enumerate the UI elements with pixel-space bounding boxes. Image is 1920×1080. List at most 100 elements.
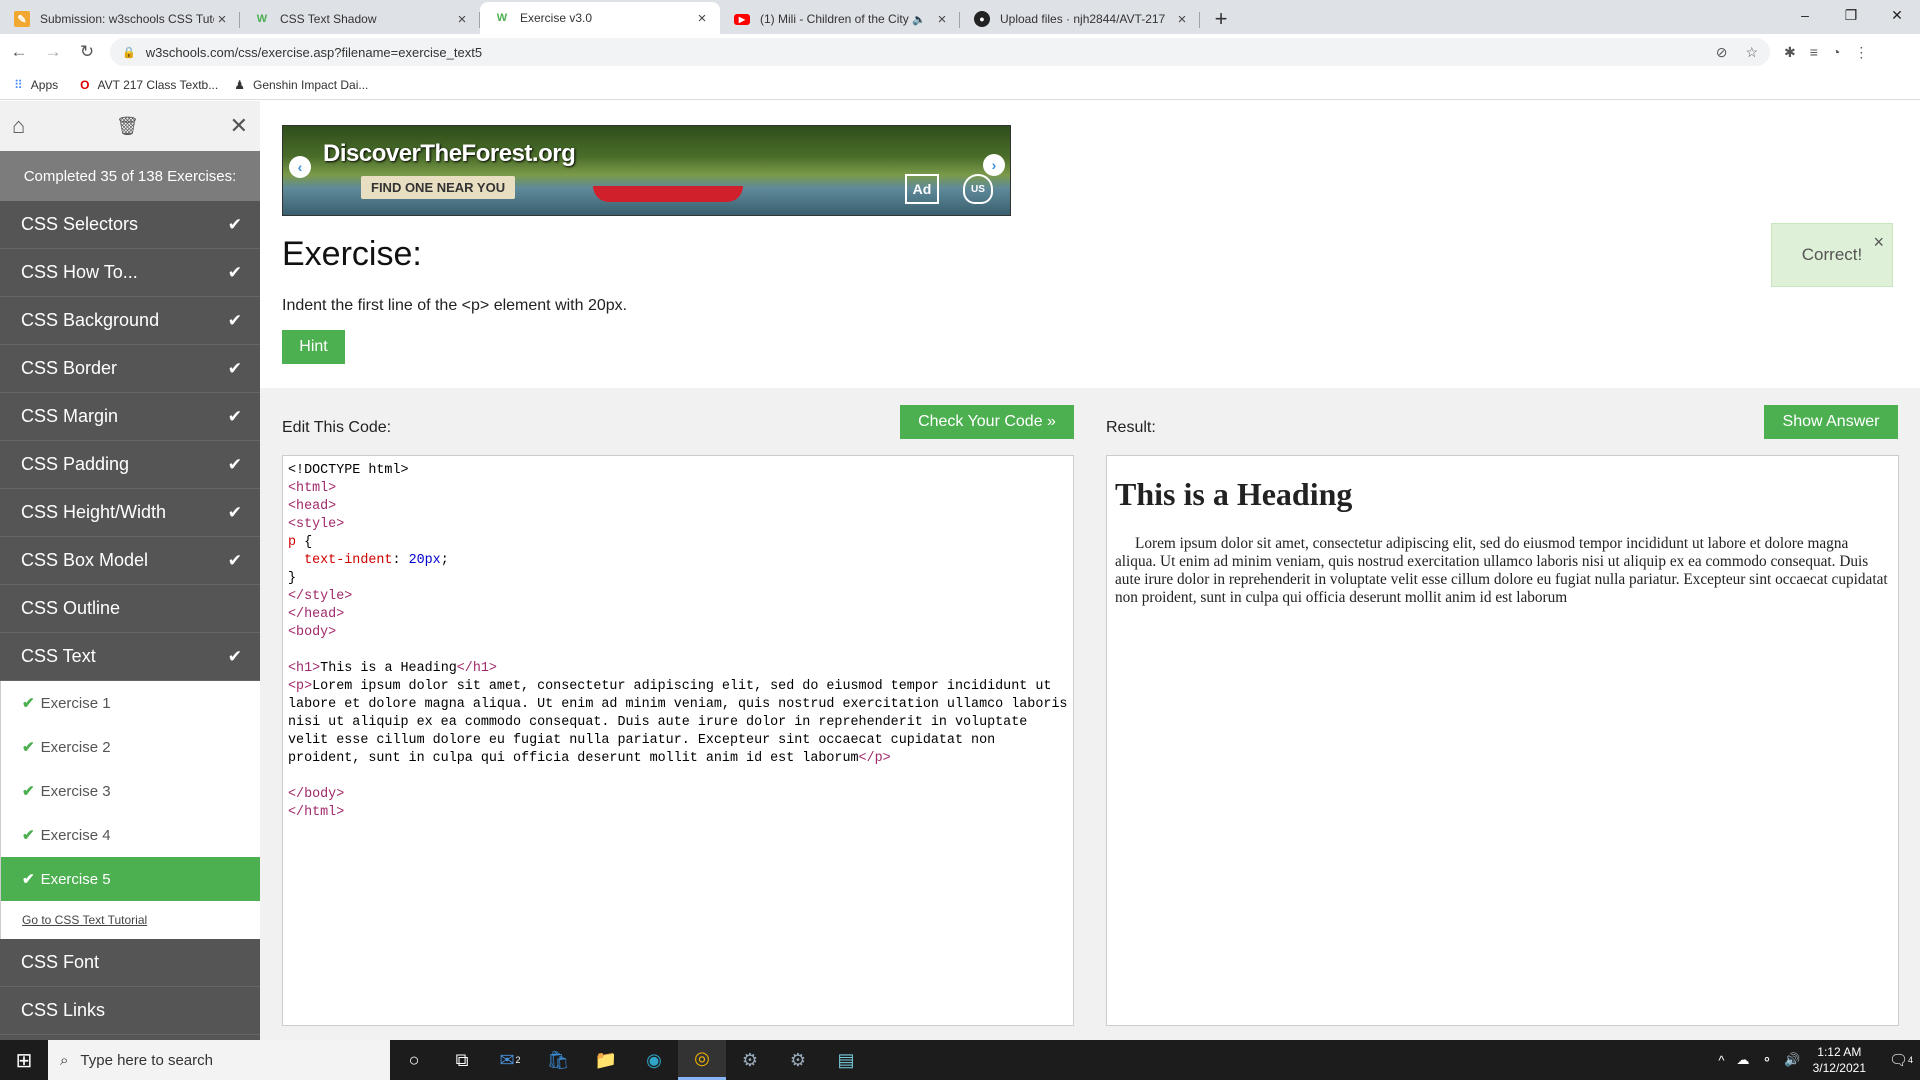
bookmark-label: Genshin Impact Dai... bbox=[253, 77, 369, 92]
media-control-icon[interactable]: ≡ bbox=[1810, 44, 1818, 60]
sidebar-item-label: CSS Selectors bbox=[21, 214, 139, 234]
bookmark-star-icon[interactable]: ☆ bbox=[1745, 44, 1758, 61]
sidebar-item-css-font[interactable]: CSS Font bbox=[0, 939, 260, 987]
ad-banner[interactable]: ‹ DiscoverTheForest.org FIND ONE NEAR YO… bbox=[282, 125, 1011, 216]
file-explorer-icon[interactable]: 📁 bbox=[582, 1040, 630, 1080]
trash-icon[interactable]: 🗑 bbox=[116, 116, 139, 137]
exercise-item-5-current[interactable]: ✔ Exercise 5 bbox=[0, 857, 260, 901]
tab-title: Upload files · njh2844/AVT-217 bbox=[1000, 12, 1166, 26]
sidebar-item-css-box-model[interactable]: CSS Box Model ✔ bbox=[0, 537, 260, 585]
chevron-up-icon[interactable]: ^ bbox=[1718, 1053, 1724, 1068]
close-icon[interactable]: ✕ bbox=[230, 113, 248, 139]
code-tag: <h1> bbox=[288, 661, 321, 676]
close-tab-icon[interactable]: × bbox=[1174, 11, 1190, 28]
task-view-icon[interactable]: ⧉ bbox=[438, 1040, 486, 1080]
chrome-icon[interactable]: ◎ bbox=[678, 1040, 726, 1080]
check-icon: ✔ bbox=[227, 214, 242, 234]
main-content: ‹ DiscoverTheForest.org FIND ONE NEAR YO… bbox=[260, 101, 1920, 1040]
sidebar-item-label: CSS Height/Width bbox=[21, 502, 167, 522]
show-answer-button[interactable]: Show Answer bbox=[1764, 405, 1898, 439]
notepad-icon[interactable]: ▤ bbox=[822, 1040, 870, 1080]
browser-tab[interactable]: ▶ (1) Mili - Children of the City 🔈 × bbox=[720, 4, 960, 34]
home-icon[interactable]: ⌂ bbox=[12, 113, 25, 139]
steam-icon[interactable]: ⚙ bbox=[774, 1040, 822, 1080]
browser-tab[interactable]: W CSS Text Shadow × bbox=[240, 4, 480, 34]
exercise-item-3[interactable]: ✔ Exercise 3 bbox=[0, 769, 260, 813]
speaker-icon[interactable]: 🔈 bbox=[912, 13, 926, 26]
browser-tab-active[interactable]: W Exercise v3.0 × bbox=[480, 2, 720, 34]
profile-avatar-icon[interactable]: ◔ bbox=[1832, 44, 1840, 60]
cortana-icon[interactable]: ○ bbox=[390, 1040, 438, 1080]
tutorial-link[interactable]: Go to CSS Text Tutorial bbox=[0, 901, 260, 939]
sidebar-item-css-background[interactable]: CSS Background ✔ bbox=[0, 297, 260, 345]
close-tab-icon[interactable]: × bbox=[214, 11, 230, 28]
ad-cta: FIND ONE NEAR YOU bbox=[361, 176, 516, 199]
close-tab-icon[interactable]: × bbox=[454, 11, 470, 28]
tab-title: (1) Mili - Children of the City bbox=[760, 12, 909, 26]
reload-icon[interactable]: ↻ bbox=[72, 37, 102, 67]
code-token: { bbox=[296, 535, 313, 550]
check-icon: ✔ bbox=[227, 454, 242, 474]
extensions-icon[interactable]: ✱ bbox=[1784, 44, 1796, 61]
bookmark-apps[interactable]: ⠿ Apps bbox=[14, 78, 58, 92]
taskbar-search[interactable]: ⌕ Type here to search bbox=[48, 1040, 390, 1080]
mail-icon[interactable]: ✉ 2 bbox=[486, 1040, 534, 1080]
tracking-off-icon[interactable]: ⊘ bbox=[1716, 44, 1728, 61]
exercise-description: Indent the first line of the <p> element… bbox=[282, 297, 628, 314]
new-tab-button[interactable]: + bbox=[1206, 4, 1236, 34]
onedrive-icon[interactable]: ☁ bbox=[1737, 1052, 1750, 1068]
lock-icon[interactable]: 🔒 bbox=[122, 46, 136, 59]
ad-prev-arrow-icon[interactable]: ‹ bbox=[289, 156, 311, 178]
sidebar-item-css-links[interactable]: CSS Links bbox=[0, 987, 260, 1035]
exercise-sidebar: ⌂ 🗑 ✕ Completed 35 of 138 Exercises: CSS… bbox=[0, 101, 260, 1040]
close-tab-icon[interactable]: × bbox=[694, 10, 710, 27]
hint-button[interactable]: Hint bbox=[282, 330, 345, 364]
exercise-item-4[interactable]: ✔ Exercise 4 bbox=[0, 813, 260, 857]
sidebar-item-css-border[interactable]: CSS Border ✔ bbox=[0, 345, 260, 393]
edge-icon[interactable]: ◉ bbox=[630, 1040, 678, 1080]
store-icon[interactable]: 🛍 bbox=[534, 1040, 582, 1080]
menu-icon[interactable]: ⋮ bbox=[1854, 44, 1868, 61]
restore-icon[interactable]: ❐ bbox=[1828, 0, 1874, 30]
sidebar-item-css-selectors[interactable]: CSS Selectors ✔ bbox=[0, 201, 260, 249]
check-icon: ✔ bbox=[227, 646, 242, 666]
browser-tab[interactable]: ● Upload files · njh2844/AVT-217 × bbox=[960, 4, 1200, 34]
bookmark-textbook[interactable]: O AVT 217 Class Textb... bbox=[80, 78, 218, 92]
code-token: ; bbox=[440, 553, 449, 568]
steam-icon[interactable]: ⚙ bbox=[726, 1040, 774, 1080]
code-editor[interactable]: <!DOCTYPE html> <html> <head> <style> p … bbox=[282, 455, 1074, 1026]
exercise-label: Exercise 3 bbox=[40, 782, 111, 800]
browser-tab[interactable]: ✎ Submission: w3schools CSS Tutor × bbox=[0, 4, 240, 34]
bookmark-genshin[interactable]: ♟ Genshin Impact Dai... bbox=[234, 78, 368, 92]
exercise-item-1[interactable]: ✔ Exercise 1 bbox=[0, 681, 260, 725]
tab-title: Exercise v3.0 bbox=[520, 11, 593, 25]
sidebar-item-css-outline[interactable]: CSS Outline bbox=[0, 585, 260, 633]
wifi-icon[interactable]: ⚬ bbox=[1762, 1052, 1773, 1068]
windows-start-icon[interactable]: ⊞ bbox=[0, 1040, 48, 1080]
sidebar-item-css-margin[interactable]: CSS Margin ✔ bbox=[0, 393, 260, 441]
sidebar-item-css-height-width[interactable]: CSS Height/Width ✔ bbox=[0, 489, 260, 537]
forward-icon[interactable]: → bbox=[38, 37, 68, 67]
exercise-item-2[interactable]: ✔ Exercise 2 bbox=[0, 725, 260, 769]
check-icon: ✔ bbox=[227, 262, 242, 282]
sidebar-item-css-how-to[interactable]: CSS How To... ✔ bbox=[0, 249, 260, 297]
tab-title: CSS Text Shadow bbox=[280, 12, 377, 26]
close-tab-icon[interactable]: × bbox=[934, 11, 950, 28]
notification-icon[interactable]: 🗨 4 bbox=[1882, 1040, 1920, 1080]
back-icon[interactable]: ← bbox=[4, 37, 34, 67]
volume-icon[interactable]: 🔊 bbox=[1784, 1052, 1800, 1068]
ad-next-arrow-icon[interactable]: › bbox=[983, 154, 1005, 176]
clock[interactable]: 1:12 AM 3/12/2021 bbox=[1813, 1044, 1866, 1076]
url-bar[interactable]: 🔒 w3schools.com/css/exercise.asp?filenam… bbox=[110, 38, 1770, 66]
code-selector: p bbox=[288, 535, 297, 550]
sidebar-item-css-text[interactable]: CSS Text ✔ bbox=[0, 633, 260, 681]
result-frame: This is a Heading Lorem ipsum dolor sit … bbox=[1106, 455, 1899, 1026]
sidebar-item-label: CSS Font bbox=[21, 952, 100, 972]
close-icon[interactable]: × bbox=[1873, 232, 1884, 253]
close-window-icon[interactable]: ✕ bbox=[1874, 0, 1920, 30]
minimize-icon[interactable]: – bbox=[1782, 0, 1828, 30]
clock-date: 3/12/2021 bbox=[1812, 1061, 1866, 1075]
sidebar-item-css-padding[interactable]: CSS Padding ✔ bbox=[0, 441, 260, 489]
check-code-button[interactable]: Check Your Code » bbox=[900, 405, 1074, 439]
sidebar-item-label: CSS Box Model bbox=[21, 550, 149, 570]
